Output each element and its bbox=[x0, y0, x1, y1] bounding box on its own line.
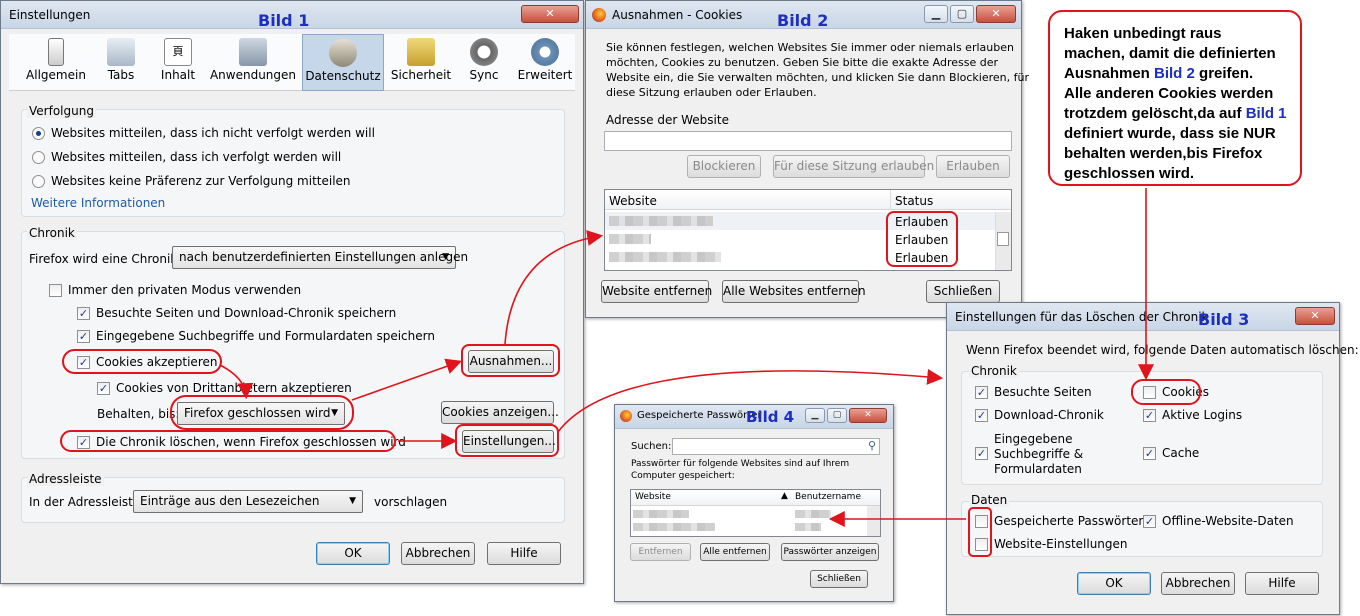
arrow-einstellungen-to-w3 bbox=[557, 368, 944, 433]
arrow-keep-to-ausnahmen bbox=[351, 358, 463, 401]
arrow-cookies-to-keep bbox=[219, 364, 254, 400]
arrow-ausnahmen-to-status bbox=[504, 230, 604, 345]
annotation-arrows bbox=[219, 188, 1154, 527]
